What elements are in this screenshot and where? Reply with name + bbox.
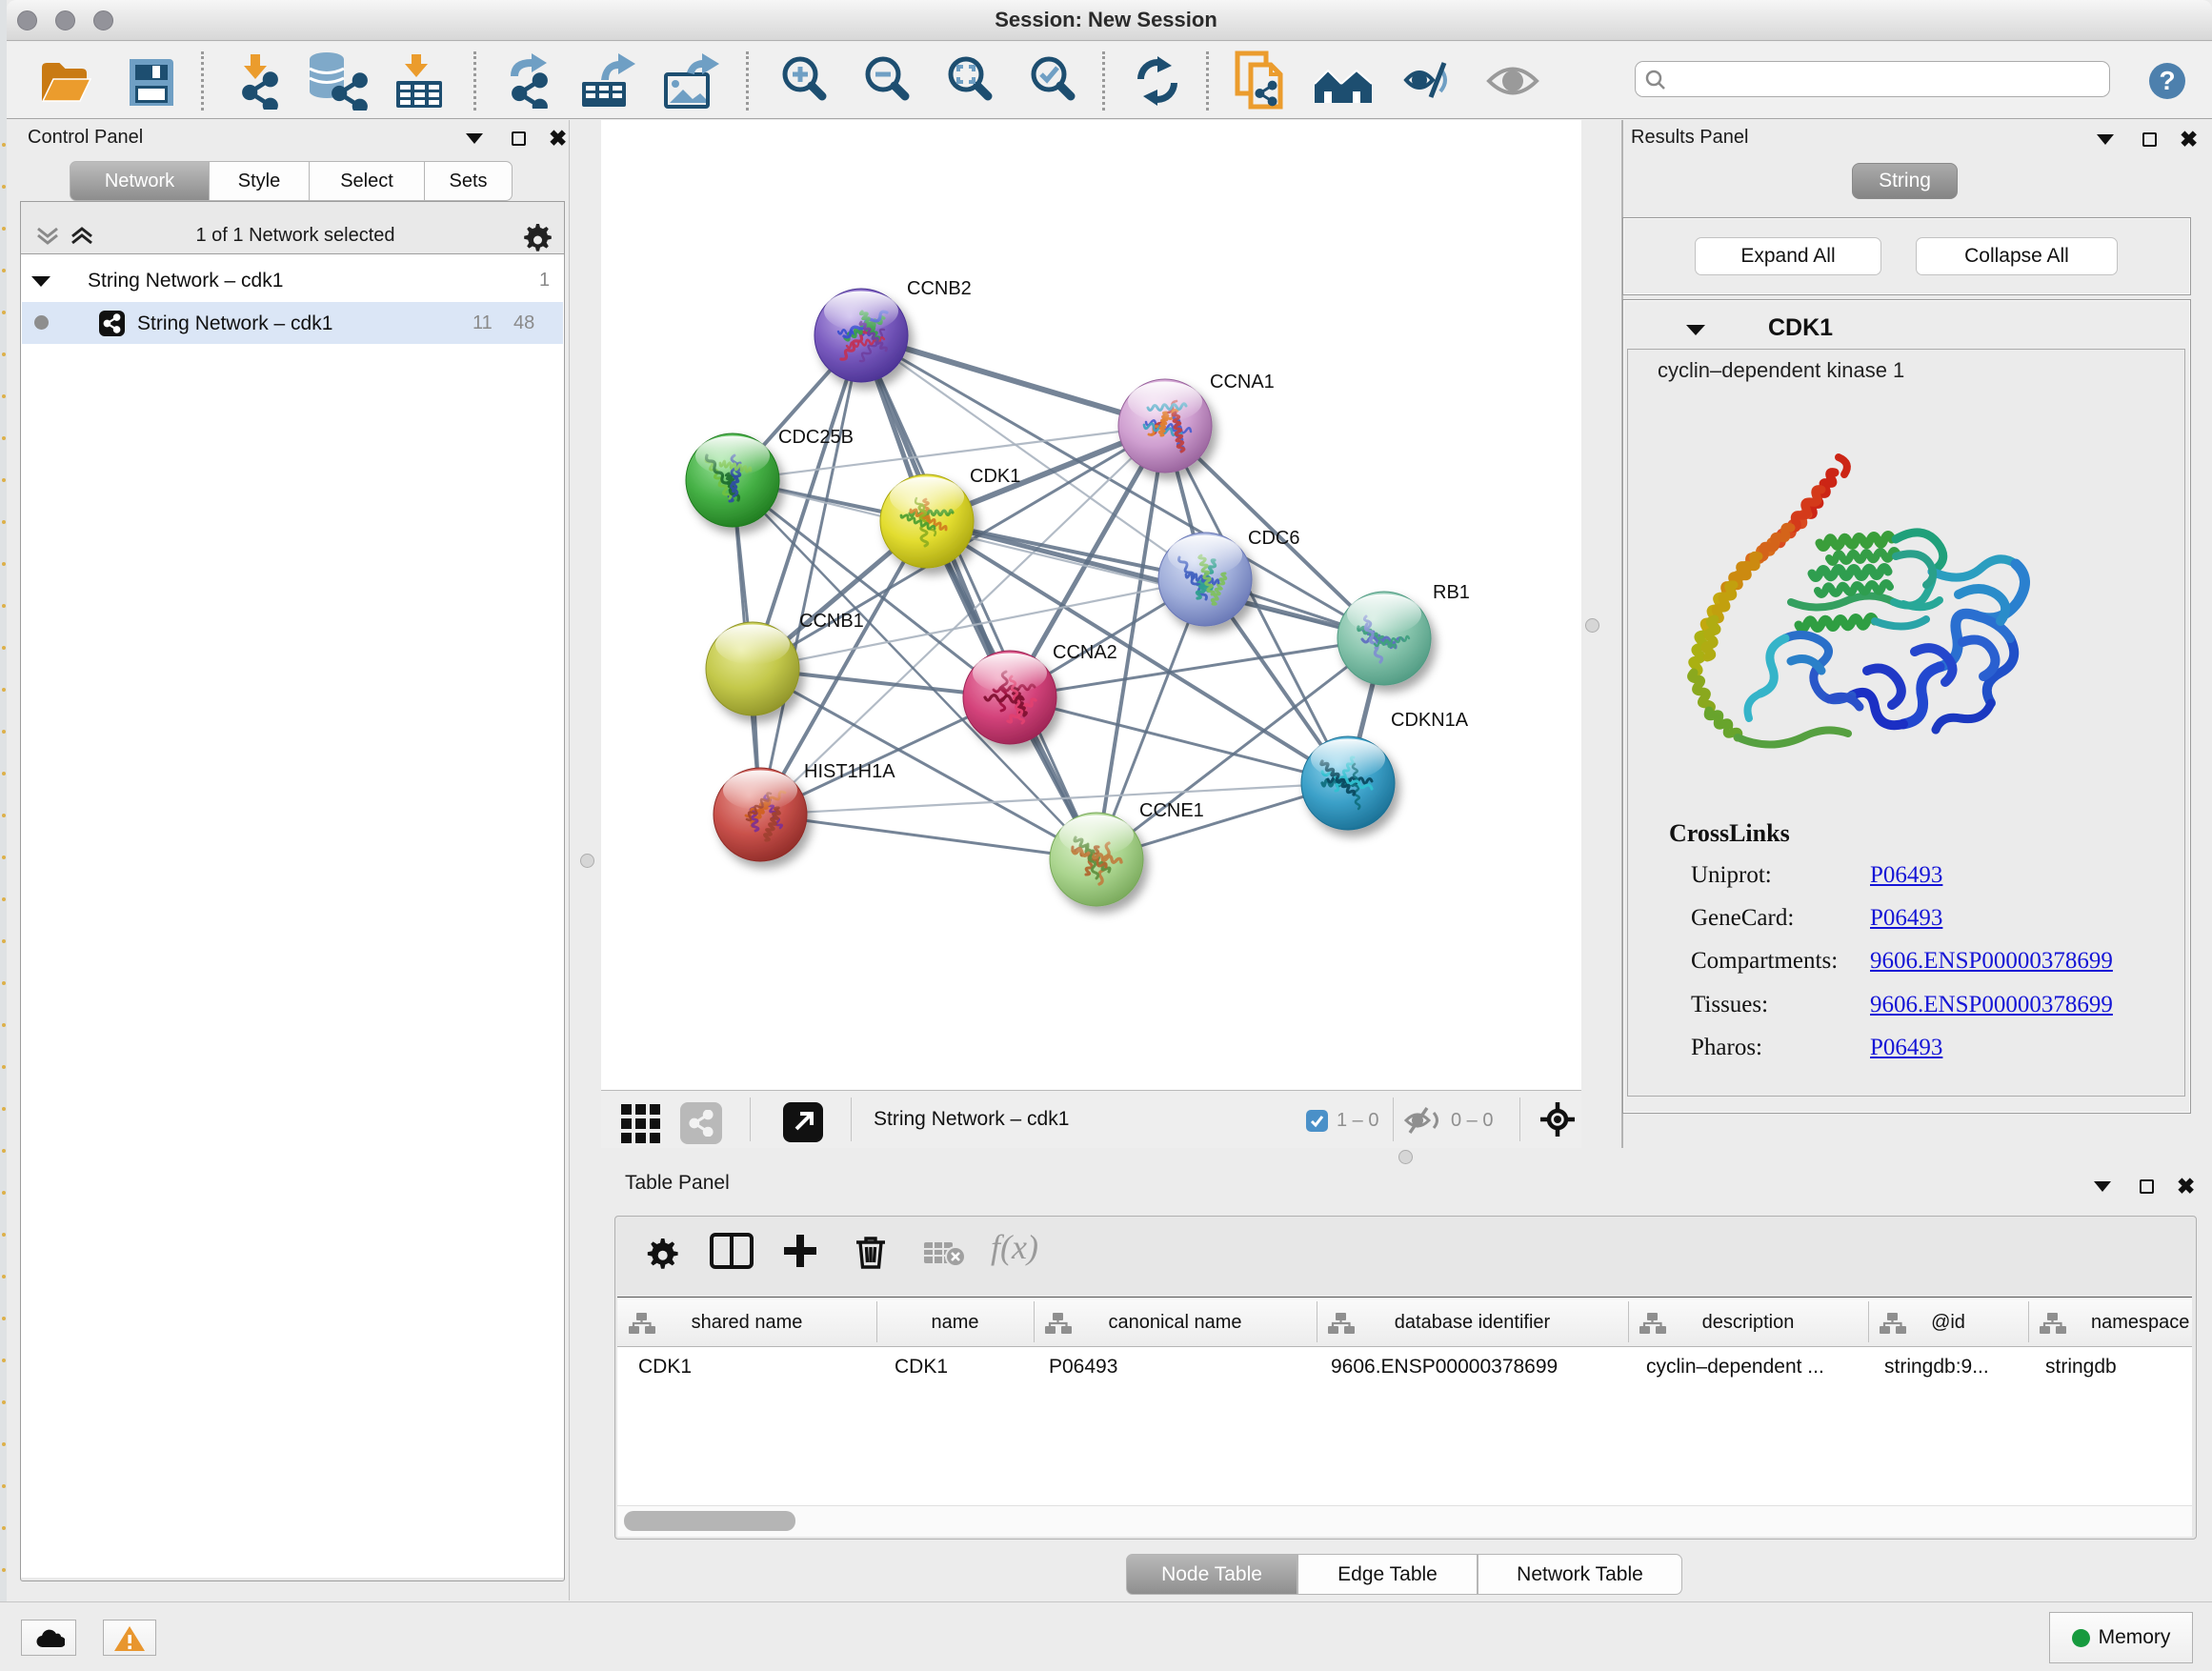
- svg-text:RB1: RB1: [1433, 582, 1470, 603]
- svg-text:CCNE1: CCNE1: [1139, 800, 1204, 821]
- svg-text:CDC6: CDC6: [1248, 528, 1299, 549]
- svg-text:CDKN1A: CDKN1A: [1391, 710, 1469, 731]
- svg-text:CDC25B: CDC25B: [778, 427, 854, 448]
- svg-text:HIST1H1A: HIST1H1A: [804, 761, 895, 782]
- svg-text:CCNB1: CCNB1: [799, 611, 864, 632]
- svg-text:CCNB2: CCNB2: [907, 278, 972, 299]
- svg-text:CCNA1: CCNA1: [1210, 372, 1275, 393]
- svg-text:CCNA2: CCNA2: [1053, 642, 1117, 663]
- svg-text:CDK1: CDK1: [970, 466, 1020, 487]
